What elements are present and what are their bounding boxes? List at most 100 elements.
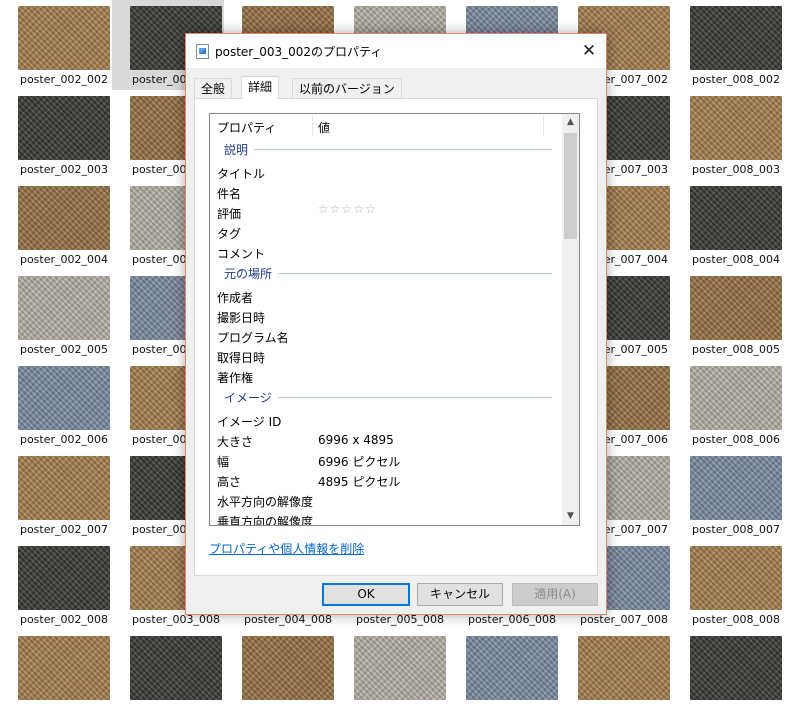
tab-details[interactable]: 詳細 [241,76,280,99]
property-row[interactable]: タイトル [210,162,562,182]
thumbnail-image [690,636,782,700]
thumbnail-label: poster_008_005 [691,343,781,356]
property-row[interactable]: 著作権 [210,366,562,386]
column-divider[interactable] [543,116,544,136]
thumbnail-item[interactable] [112,630,224,720]
thumbnail-image [18,456,110,520]
property-row[interactable]: 高さ 4895 ピクセル [210,470,562,490]
thumbnail-item[interactable]: poster_008_007 [672,450,784,540]
thumbnail-image [18,366,110,430]
thumbnail-item[interactable]: poster_002_004 [0,180,112,270]
property-row[interactable]: プログラム名 [210,326,562,346]
group-label: イメージ [224,391,272,405]
thumbnail-item[interactable] [336,630,448,720]
ok-button[interactable]: OK [322,583,410,606]
thumbnail-item[interactable]: poster_008_005 [672,270,784,360]
apply-button[interactable]: 適用(A) [512,583,598,606]
vertical-scrollbar[interactable]: ▲ ▼ [562,114,579,525]
thumbnail-item[interactable] [224,630,336,720]
thumbnail-label: poster_008_008 [691,613,781,626]
thumbnail-image [18,186,110,250]
property-name: 大きさ [217,435,254,449]
tab-previous-versions[interactable]: 以前のバージョン [292,78,402,99]
thumbnail-label: poster_002_004 [19,253,109,266]
thumbnail-item[interactable] [448,630,560,720]
property-row[interactable]: 垂直方向の解像度 [210,510,562,526]
tab-general[interactable]: 全般 [194,78,233,99]
property-name: タグ [217,227,242,241]
close-icon[interactable]: ✕ [572,34,606,68]
thumbnail-label: poster_008_003 [691,163,781,176]
property-row[interactable]: 取得日時 [210,346,562,366]
property-name: プログラム名 [217,331,289,345]
column-divider[interactable] [312,116,313,136]
remove-properties-link[interactable]: プロパティや個人情報を削除 [209,540,364,557]
details-panel: プロパティ 値 説明 タイトル 件名 評価 ☆☆☆☆☆ タグ コメント 元の場所 作成者 撮影日時… [194,98,598,576]
scroll-up-icon[interactable]: ▲ [562,114,579,131]
thumbnail-image [690,186,782,250]
thumbnail-item[interactable]: poster_002_006 [0,360,112,450]
list-header: プロパティ 値 [210,114,562,139]
rating-stars[interactable]: ☆☆☆☆☆ [318,202,377,216]
thumbnail-image [242,636,334,700]
property-row[interactable]: 水平方向の解像度 [210,490,562,510]
thumbnail-image [578,636,670,700]
thumbnail-item[interactable]: poster_002_008 [0,540,112,630]
thumbnail-item[interactable]: poster_002_005 [0,270,112,360]
group-header: イメージ [210,386,562,410]
column-header-value[interactable]: 値 [318,119,330,136]
group-divider [254,149,552,150]
thumbnail-image [18,96,110,160]
property-rows: 説明 タイトル 件名 評価 ☆☆☆☆☆ タグ コメント 元の場所 作成者 撮影日時 プログラム名 取得… [210,138,562,526]
column-header-property[interactable]: プロパティ [217,119,276,136]
thumbnail-item[interactable]: poster_008_003 [672,90,784,180]
thumbnail-image [690,276,782,340]
cancel-button[interactable]: キャンセル [417,583,503,606]
property-row[interactable]: コメント [210,242,562,262]
property-name: 評価 [217,207,242,221]
thumbnail-label: poster_002_008 [19,613,109,626]
image-file-icon [196,44,209,59]
thumbnail-image [690,96,782,160]
properties-dialog: poster_003_002のプロパティ ✕ 全般 詳細 以前のバージョン プロ… [185,33,607,615]
property-name: 水平方向の解像度 [217,495,314,509]
thumbnail-item[interactable] [672,630,784,720]
thumbnail-item[interactable]: poster_002_003 [0,90,112,180]
thumbnail-item[interactable]: poster_002_007 [0,450,112,540]
scroll-down-icon[interactable]: ▼ [562,508,579,525]
property-row[interactable]: イメージ ID [210,410,562,430]
property-row[interactable]: 大きさ 6996 x 4895 [210,430,562,450]
property-name: 垂直方向の解像度 [217,515,314,526]
thumbnail-label: poster_008_006 [691,433,781,446]
dialog-title: poster_003_002のプロパティ [215,45,383,59]
thumbnail-item[interactable]: poster_008_002 [672,0,784,90]
scroll-thumb[interactable] [564,133,577,239]
thumbnail-item[interactable] [560,630,672,720]
property-name: 件名 [217,187,242,201]
property-name: 高さ [217,475,242,489]
thumbnail-item[interactable]: poster_008_008 [672,540,784,630]
thumbnail-label: poster_008_007 [691,523,781,536]
property-row[interactable]: 件名 [210,182,562,202]
property-name: コメント [217,247,266,261]
property-row[interactable]: タグ [210,222,562,242]
thumbnail-label: poster_002_003 [19,163,109,176]
dialog-titlebar[interactable]: poster_003_002のプロパティ ✕ [186,34,606,68]
thumbnail-item[interactable] [0,630,112,720]
thumbnail-image [130,636,222,700]
property-row[interactable]: 作成者 [210,286,562,306]
property-row[interactable]: 評価 ☆☆☆☆☆ [210,202,562,222]
property-row[interactable]: 幅 6996 ピクセル [210,450,562,470]
thumbnail-image [354,636,446,700]
thumbnail-label: poster_002_006 [19,433,109,446]
group-label: 元の場所 [224,267,273,281]
thumbnail-item[interactable]: poster_008_004 [672,180,784,270]
thumbnail-item[interactable]: poster_002_002 [0,0,112,90]
thumbnail-image [18,276,110,340]
property-value: 6996 ピクセル [318,455,401,469]
thumbnail-label: poster_008_004 [691,253,781,266]
property-row[interactable]: 撮影日時 [210,306,562,326]
property-list[interactable]: プロパティ 値 説明 タイトル 件名 評価 ☆☆☆☆☆ タグ コメント 元の場所 作成者 撮影日時… [209,113,580,526]
thumbnail-item[interactable]: poster_008_006 [672,360,784,450]
group-header: 元の場所 [210,262,562,286]
